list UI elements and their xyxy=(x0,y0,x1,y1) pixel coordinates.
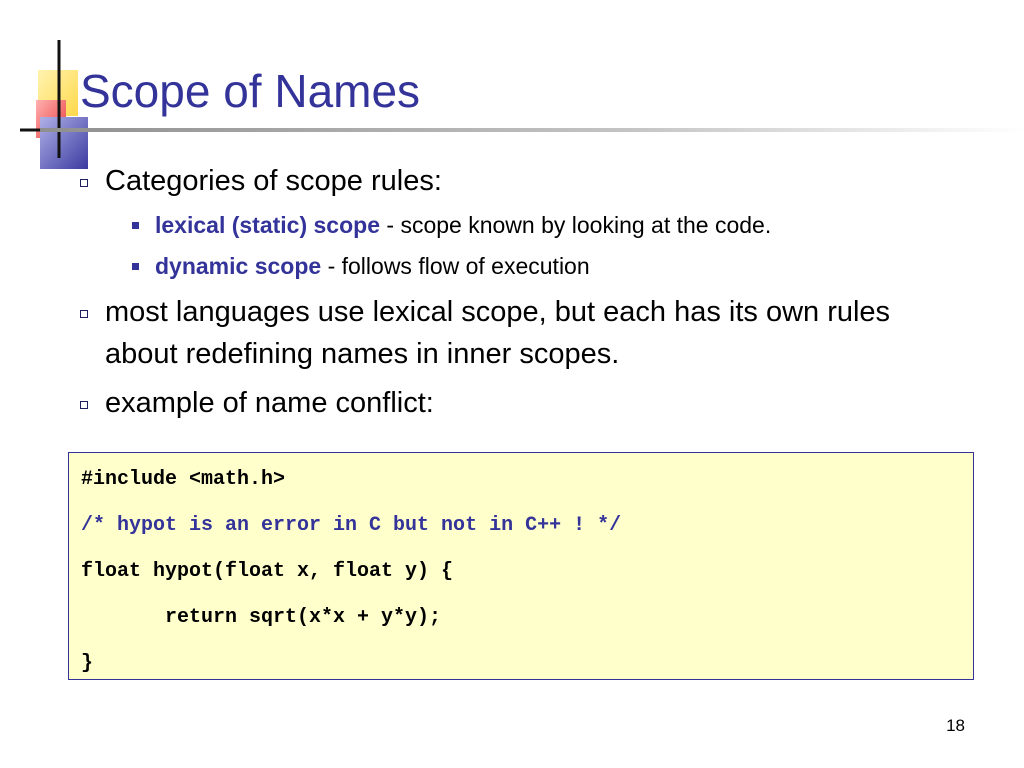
code-line: #include <math.h> xyxy=(81,468,286,491)
code-comment-line: /* hypot is an error in C but not in C++… xyxy=(81,514,622,537)
sub-bullet-term: dynamic scope xyxy=(155,253,322,279)
filled-square-bullet-icon xyxy=(132,222,139,229)
slide-title: Scope of Names xyxy=(80,65,421,117)
sub-bullet-desc: - follows flow of execution xyxy=(321,253,590,279)
page-number: 18 xyxy=(946,716,965,735)
title-divider xyxy=(40,128,1024,132)
code-line: } xyxy=(81,652,94,675)
sub-bullet-text: lexical (static) scope - scope known by … xyxy=(155,210,992,240)
bullet-text: Categories of scope rules: xyxy=(105,165,442,197)
square-bullet-icon xyxy=(80,310,88,318)
sub-bullet-item: dynamic scope - follows flow of executio… xyxy=(132,251,992,281)
square-bullet-icon xyxy=(80,401,88,409)
sub-bullet-text: dynamic scope - follows flow of executio… xyxy=(155,251,992,281)
bullet-item: example of name conflict: xyxy=(80,382,960,424)
sub-bullet-item: lexical (static) scope - scope known by … xyxy=(132,210,992,240)
code-line: float hypot(float x, float y) { xyxy=(81,560,454,583)
square-bullet-icon xyxy=(80,179,88,187)
filled-square-bullet-icon xyxy=(132,263,139,270)
bullet-text: example of name conflict: xyxy=(105,387,434,419)
sub-bullet-term: lexical (static) scope xyxy=(155,212,380,238)
code-line: return sqrt(x*x + y*y); xyxy=(81,606,442,629)
sub-bullet-desc: - scope known by looking at the code. xyxy=(380,212,772,238)
bullet-item: most languages use lexical scope, but ea… xyxy=(80,291,900,375)
code-block: #include <math.h> /* hypot is an error i… xyxy=(68,452,974,680)
bullet-item: Categories of scope rules: xyxy=(80,160,960,202)
bullet-text: most languages use lexical scope, but ea… xyxy=(105,296,891,370)
